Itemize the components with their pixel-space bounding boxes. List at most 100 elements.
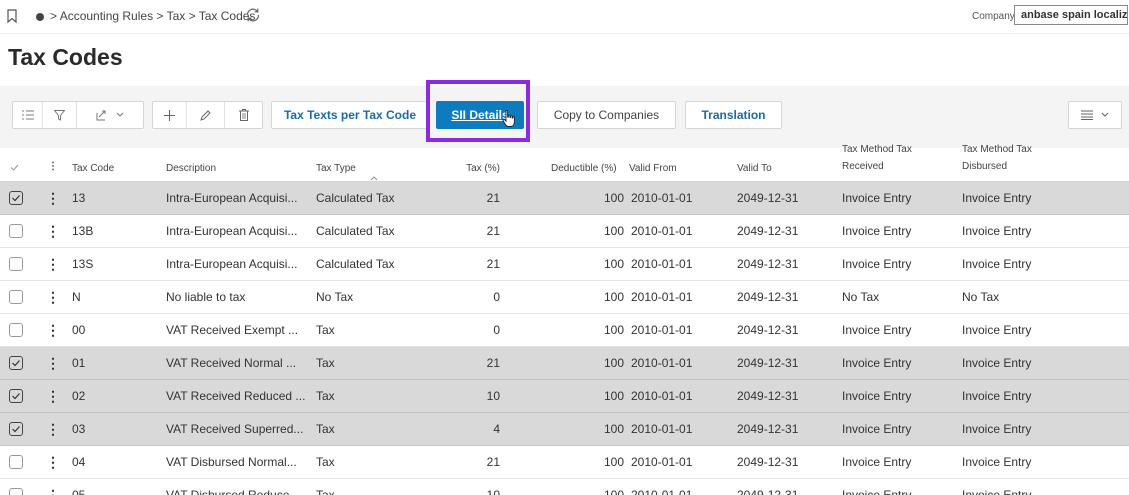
column-header-tax-pct[interactable]: Tax (%): [460, 163, 500, 175]
cell-method-disbursed: Invoice Entry: [962, 257, 1032, 271]
row-menu-icon[interactable]: ⋮: [46, 388, 60, 404]
top-bar: > Accounting Rules > Tax > Tax Codes Com…: [0, 0, 1129, 34]
cell-tax-type: Tax: [316, 323, 335, 337]
cell-method-disbursed: Invoice Entry: [962, 323, 1032, 337]
row-menu-icon[interactable]: ⋮: [46, 454, 60, 470]
cell-description: VAT Received Reduced ...: [166, 389, 306, 403]
row-checkbox[interactable]: [9, 191, 23, 205]
cell-deductible: 100: [603, 389, 624, 403]
row-checkbox[interactable]: [9, 323, 23, 337]
cell-description: Intra-European Acquisi...: [166, 191, 298, 205]
refresh-icon[interactable]: [244, 6, 262, 24]
company-selector[interactable]: anbase spain localization: [1014, 5, 1128, 25]
row-checkbox[interactable]: [9, 356, 23, 370]
column-header-method-received[interactable]: Tax Method Tax Received: [842, 144, 912, 173]
cell-description: VAT Received Normal ...: [166, 356, 297, 370]
cell-description: VAT Received Superred...: [166, 422, 304, 436]
tax-texts-per-tax-code-button[interactable]: Tax Texts per Tax Code: [271, 101, 429, 129]
breadcrumb: > Accounting Rules > Tax > Tax Codes: [50, 9, 255, 23]
cell-method-received: Invoice Entry: [842, 356, 912, 370]
column-header-method-received-line1: Tax Method Tax: [842, 144, 912, 155]
row-checkbox[interactable]: [9, 257, 23, 271]
breadcrumb-accounting-rules[interactable]: Accounting Rules: [60, 9, 153, 23]
cell-tax-code: N: [72, 290, 81, 304]
export-button[interactable]: [77, 102, 143, 128]
list-view-button[interactable]: [13, 102, 43, 128]
table-row[interactable]: ⋮ 13 Intra-European Acquisi... Calculated T…: [0, 182, 1129, 215]
cell-valid-to: 2049-12-31: [737, 455, 799, 469]
cell-tax-pct: 10: [486, 389, 500, 403]
copy-to-companies-button[interactable]: Copy to Companies: [537, 101, 676, 129]
row-menu-icon[interactable]: ⋮: [46, 223, 60, 239]
column-header-description[interactable]: Description: [166, 163, 216, 175]
filter-button[interactable]: [43, 102, 77, 128]
cell-valid-from: 2010-01-01: [631, 224, 693, 238]
home-icon[interactable]: [36, 13, 44, 21]
table-row[interactable]: ⋮ 04 VAT Disbursed Normal... Tax 21 100 2010-0…: [0, 446, 1129, 479]
translation-button[interactable]: Translation: [685, 101, 782, 129]
table-row[interactable]: ⋮ 00 VAT Received Exempt ... Tax 0 100 2010-01…: [0, 314, 1129, 347]
cell-valid-from: 2010-01-01: [631, 257, 693, 271]
select-all-check-icon[interactable]: [10, 164, 19, 171]
cell-description: VAT Disbursed Normal...: [166, 455, 297, 469]
cell-method-disbursed: Invoice Entry: [962, 455, 1032, 469]
edit-button[interactable]: [187, 102, 225, 128]
cell-valid-from: 2010-01-01: [631, 389, 693, 403]
table-row[interactable]: ⋮ N No liable to tax No Tax 0 100 2010-01-01 20…: [0, 281, 1129, 314]
column-header-valid-from[interactable]: Valid From: [629, 163, 677, 175]
check-icon: [12, 360, 20, 367]
cell-valid-to: 2049-12-31: [737, 422, 799, 436]
delete-button[interactable]: [225, 102, 262, 128]
row-checkbox[interactable]: [9, 389, 23, 403]
cell-deductible: 100: [603, 422, 624, 436]
column-header-tax-type[interactable]: Tax Type: [316, 163, 356, 175]
cell-deductible: 100: [603, 323, 624, 337]
row-checkbox[interactable]: [9, 422, 23, 436]
sort-ascending-icon[interactable]: [370, 176, 378, 181]
cell-description: No liable to tax: [166, 290, 246, 304]
column-chooser-button[interactable]: [1068, 101, 1122, 129]
row-checkbox[interactable]: [9, 224, 23, 238]
cell-method-received: Invoice Entry: [842, 422, 912, 436]
cell-method-received: Invoice Entry: [842, 389, 912, 403]
column-header-method-disbursed[interactable]: Tax Method Tax Disbursed: [962, 144, 1032, 173]
cell-deductible: 100: [603, 191, 624, 205]
cell-method-received: No Tax: [842, 290, 880, 304]
row-checkbox[interactable]: [9, 488, 23, 495]
add-button[interactable]: [153, 102, 187, 128]
row-menu-icon[interactable]: ⋮: [46, 421, 60, 437]
cell-tax-type: Tax: [316, 488, 335, 495]
table-row[interactable]: ⋮ 02 VAT Received Reduced ... Tax 10 100 2010-…: [0, 380, 1129, 413]
column-header-deductible[interactable]: Deductible (%): [551, 163, 617, 175]
cell-method-received: Invoice Entry: [842, 488, 912, 495]
cell-valid-to: 2049-12-31: [737, 191, 799, 205]
row-checkbox[interactable]: [9, 290, 23, 304]
breadcrumb-tax[interactable]: Tax: [167, 9, 186, 23]
columns-icon: [1081, 110, 1093, 120]
table-row[interactable]: ⋮ 13B Intra-European Acquisi... Calculated …: [0, 215, 1129, 248]
row-menu-icon[interactable]: ⋮: [46, 190, 60, 206]
table-row[interactable]: ⋮ 03 VAT Received Superred... Tax 4 100 2010-0…: [0, 413, 1129, 446]
cell-method-received: Invoice Entry: [842, 455, 912, 469]
row-menu-icon[interactable]: ⋮: [46, 355, 60, 371]
row-menu-icon[interactable]: ⋮: [46, 256, 60, 272]
column-header-tax-code[interactable]: Tax Code: [72, 163, 114, 175]
cell-deductible: 100: [603, 257, 624, 271]
column-header-valid-to[interactable]: Valid To: [737, 163, 772, 175]
row-menu-icon[interactable]: ⋮: [46, 322, 60, 338]
row-menu-icon[interactable]: ⋮: [46, 289, 60, 305]
table-row[interactable]: ⋮ 01 VAT Received Normal ... Tax 21 100 2010-0…: [0, 347, 1129, 380]
chevron-down-icon: [116, 112, 124, 117]
column-header-method-disbursed-line2: Disbursed: [962, 161, 1008, 172]
row-menu-icon[interactable]: ⋮: [46, 487, 60, 495]
table-row[interactable]: ⋮ 13S Intra-European Acquisi... Calculated …: [0, 248, 1129, 281]
table-row[interactable]: ⋮ 05 VAT Disbursed Reduce... Tax 10 100 2010-0…: [0, 479, 1129, 495]
bookmark-icon[interactable]: [7, 9, 17, 23]
cell-tax-pct: 0: [493, 290, 500, 304]
row-checkbox[interactable]: [9, 455, 23, 469]
cell-tax-type: Tax: [316, 356, 335, 370]
toolbar: Tax Texts per Tax Code SII Details Copy …: [0, 86, 1129, 148]
header-kebab-icon[interactable]: ⋮: [48, 161, 58, 173]
cell-tax-pct: 21: [486, 356, 500, 370]
cell-tax-pct: 0: [493, 323, 500, 337]
